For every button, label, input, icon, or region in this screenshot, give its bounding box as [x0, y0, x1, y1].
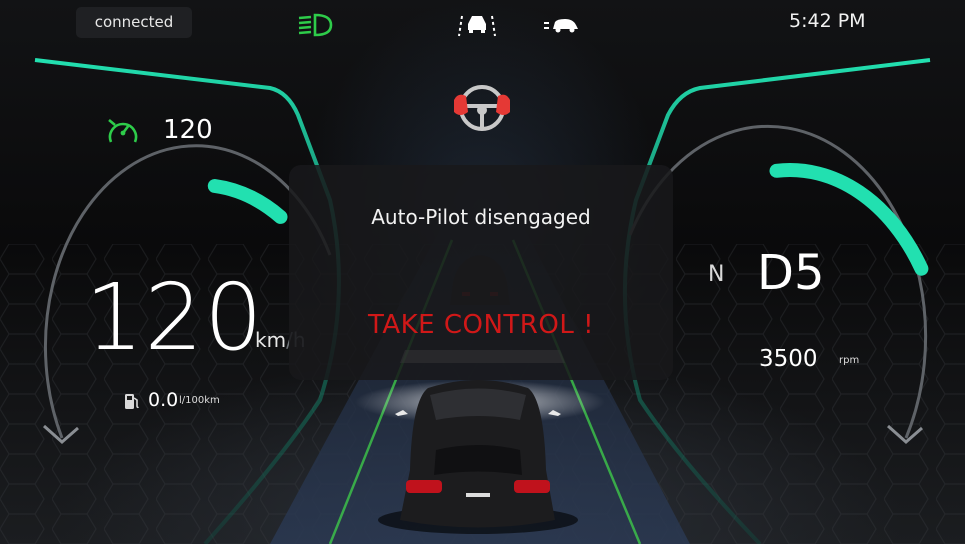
adaptive-cruise-icon — [544, 19, 578, 33]
speed-value: 120 — [85, 264, 264, 371]
connection-status-badge[interactable]: connected — [76, 7, 192, 38]
hands-on-wheel-icon — [454, 85, 510, 131]
autopilot-status-message: Auto-Pilot disengaged — [371, 205, 591, 229]
speed-unit-main: km — [255, 328, 287, 352]
rpm-unit: rpm — [839, 355, 860, 366]
autopilot-alert-dialog[interactable]: Auto-Pilot disengaged TAKE CONTROL ! — [289, 165, 673, 380]
rpm-value: 3500 — [759, 346, 818, 372]
speed-limiter-icon — [108, 119, 138, 143]
fuel-consumption-value: 0.0 — [148, 389, 179, 411]
fuel-consumption-unit: l/100km — [179, 395, 220, 406]
gear-drive-indicator: D5 — [757, 245, 825, 301]
clock: 5:42 PM — [789, 10, 866, 32]
lane-assist-icon — [458, 15, 496, 37]
speed-limit-value: 120 — [163, 115, 213, 145]
fuel-pump-icon — [125, 394, 139, 409]
low-beam-headlight-icon — [298, 13, 333, 37]
take-control-alert: TAKE CONTROL ! — [367, 310, 595, 340]
gear-neutral-indicator: N — [708, 262, 725, 287]
